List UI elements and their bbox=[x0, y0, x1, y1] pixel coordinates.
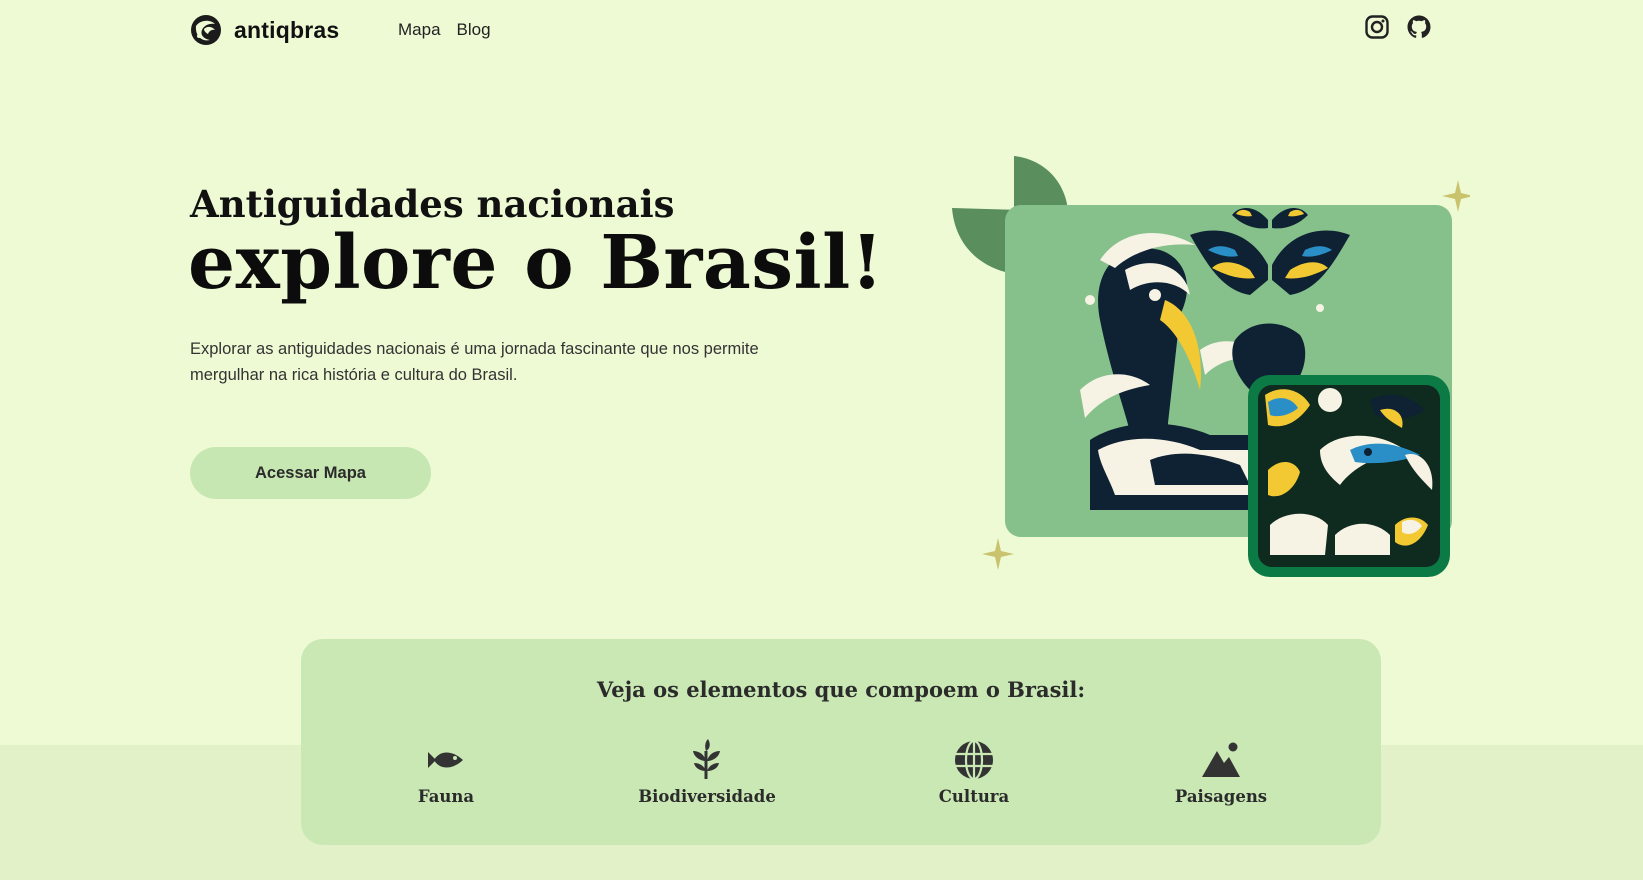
elements-card: Veja os elementos que compoem o Brasil: … bbox=[301, 639, 1381, 845]
hero-description: Explorar as antiguidades nacionais é uma… bbox=[190, 340, 759, 384]
brand-name: antiqbras bbox=[234, 16, 340, 43]
access-map-button[interactable]: Acessar Mapa bbox=[190, 447, 431, 499]
nav-link-blog[interactable]: Blog bbox=[457, 20, 491, 40]
element-fauna[interactable]: Fauna bbox=[346, 739, 546, 806]
leaf-sprout-icon bbox=[693, 739, 720, 779]
element-label-biodiversidade: Biodiversidade bbox=[638, 787, 776, 806]
element-label-paisagens: Paisagens bbox=[1174, 787, 1268, 806]
element-biodiversidade[interactable]: Biodiversidade bbox=[607, 739, 807, 806]
nav-link-mapa[interactable]: Mapa bbox=[398, 20, 441, 40]
instagram-icon[interactable] bbox=[1364, 14, 1390, 40]
brand-logo[interactable]: antiqbras bbox=[190, 14, 339, 46]
globe-swirl-icon bbox=[191, 15, 221, 45]
mountain-icon bbox=[1202, 742, 1240, 777]
social-links bbox=[1364, 14, 1432, 40]
element-cultura[interactable]: Cultura bbox=[874, 739, 1074, 806]
site-header: antiqbras Mapa Blog bbox=[0, 0, 1643, 60]
globe-icon bbox=[955, 739, 993, 781]
element-label-cultura: Cultura bbox=[938, 787, 1010, 806]
github-icon[interactable] bbox=[1406, 14, 1432, 40]
fish-icon bbox=[428, 752, 463, 768]
element-label-fauna: Fauna bbox=[417, 787, 475, 806]
elements-title: Veja os elementos que compoem o Brasil: bbox=[596, 677, 1086, 702]
hero-headline: explore o Brasil! bbox=[188, 220, 884, 306]
element-paisagens[interactable]: Paisagens bbox=[1121, 739, 1321, 806]
main-nav: Mapa Blog bbox=[398, 20, 491, 40]
brazil-fauna-illustration bbox=[952, 156, 1470, 577]
